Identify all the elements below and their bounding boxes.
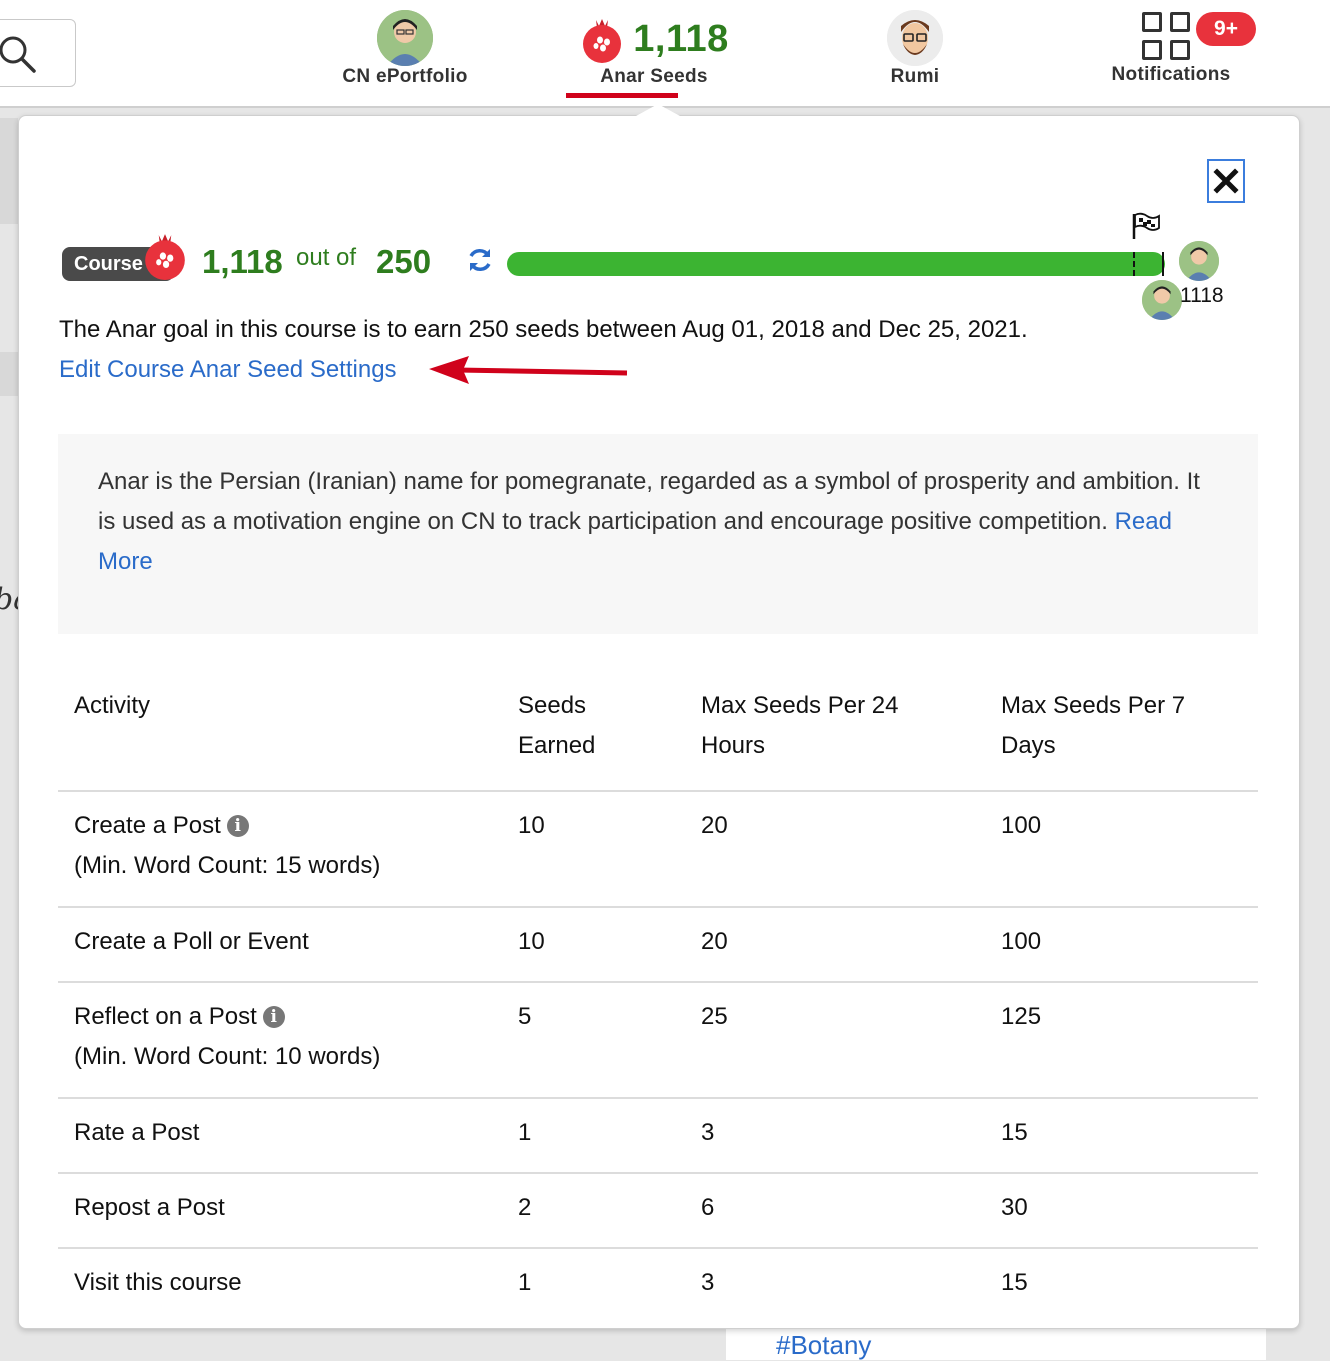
top-user-avatar xyxy=(1179,241,1219,281)
nav-notifications[interactable]: 9+ Notifications xyxy=(1096,12,1256,86)
seeds-earned-cell: 5 xyxy=(502,981,685,1098)
max-7d-cell: 15 xyxy=(985,1247,1258,1322)
nav-rumi[interactable]: Rumi xyxy=(870,10,960,88)
table-row: Rate a Post 1 3 15 xyxy=(58,1097,1258,1173)
activity-note: (Min. Word Count: 10 words) xyxy=(74,1043,381,1070)
pomegranate-icon xyxy=(583,19,622,63)
activity-name: Repost a Post xyxy=(58,1172,502,1248)
goal-seed-count: 250 xyxy=(376,243,432,280)
max-24h-cell: 25 xyxy=(685,981,985,1098)
anar-seed-count: 1,118 xyxy=(633,17,729,60)
table-header-row: Activity Seeds Earned Max Seeds Per 24 H… xyxy=(58,668,1258,791)
max-7d-cell: 30 xyxy=(985,1172,1258,1248)
header-max-7d: Max Seeds Per 7 Days xyxy=(1001,692,1186,759)
earned-seed-count: 1,118 xyxy=(202,243,283,280)
close-button[interactable] xyxy=(1207,159,1245,203)
nav-notifications-label: Notifications xyxy=(1111,64,1231,85)
max-24h-cell: 20 xyxy=(685,790,985,907)
seeds-earned-cell: 1 xyxy=(502,1097,685,1173)
table-row: Reflect on a Post i (Min. Word Count: 10 … xyxy=(58,981,1258,1098)
max-7d-cell: 100 xyxy=(985,790,1258,907)
rumi-avatar xyxy=(887,10,943,66)
goal-marker xyxy=(1133,252,1135,276)
max-24h-cell: 3 xyxy=(685,1097,985,1173)
close-icon xyxy=(1213,168,1239,194)
nav-eportfolio-label: CN ePortfolio xyxy=(342,66,468,87)
notifications-badge: 9+ xyxy=(1196,12,1256,46)
annotation-arrow-icon xyxy=(429,356,628,384)
max-24h-cell: 6 xyxy=(685,1172,985,1248)
nav-eportfolio[interactable]: CN ePortfolio xyxy=(330,10,480,88)
user-avatar xyxy=(377,10,433,66)
my-progress-avatar xyxy=(1142,280,1182,320)
header-max-24h: Max Seeds Per 24 Hours xyxy=(701,692,899,759)
edit-settings-link[interactable]: Edit Course Anar Seed Settings xyxy=(59,356,397,384)
activity-note: (Min. Word Count: 15 words) xyxy=(74,852,381,879)
info-icon[interactable]: i xyxy=(262,1006,285,1028)
info-icon[interactable]: i xyxy=(226,815,249,837)
seed-activity-table: Activity Seeds Earned Max Seeds Per 24 H… xyxy=(58,668,1258,1322)
seeds-earned-cell: 2 xyxy=(502,1172,685,1248)
seeds-earned-cell: 10 xyxy=(502,790,685,907)
activity-name: Create a Poll or Event xyxy=(58,906,502,982)
background-panel xyxy=(0,352,18,396)
search-button[interactable] xyxy=(0,19,76,87)
top-nav-bar: CN ePortfolio 1,118 Anar Seeds Rumi 9+ N… xyxy=(0,0,1330,108)
table-row: Create a Poll or Event 10 20 100 xyxy=(58,906,1258,982)
max-24h-cell: 3 xyxy=(685,1247,985,1322)
goal-description: The Anar goal in this course is to earn … xyxy=(59,316,1028,343)
nav-anar-label: Anar Seeds xyxy=(600,66,708,87)
pomegranate-icon xyxy=(145,234,185,281)
activity-name: Reflect on a Post xyxy=(74,1003,257,1030)
seeds-earned-cell: 1 xyxy=(502,1247,685,1322)
header-activity: Activity xyxy=(74,692,151,719)
seeds-earned-cell: 10 xyxy=(502,906,685,982)
header-seeds-earned: Seeds Earned xyxy=(518,692,596,759)
out-of-label: out of xyxy=(296,244,357,271)
active-tab-underline xyxy=(566,93,678,98)
activity-cell: Reflect on a Post i (Min. Word Count: 10 … xyxy=(58,981,502,1098)
max-24h-cell: 20 xyxy=(685,906,985,982)
my-seed-count: 1118 xyxy=(1180,284,1224,307)
notifications-grid-icon xyxy=(1142,12,1190,60)
refresh-icon[interactable] xyxy=(466,246,494,274)
background-panel xyxy=(0,118,18,224)
anar-info-box: Anar is the Persian (Iranian) name for p… xyxy=(58,434,1258,634)
finish-flag-icon xyxy=(1132,212,1160,239)
progress-end-marker xyxy=(1162,252,1164,276)
activity-cell: Create a Post i (Min. Word Count: 15 word… xyxy=(58,790,502,907)
seed-progress-bar xyxy=(507,252,1165,276)
seed-progress-fill xyxy=(507,252,1165,276)
activity-name: Visit this course xyxy=(58,1247,502,1322)
activity-name: Rate a Post xyxy=(58,1097,502,1173)
max-7d-cell: 15 xyxy=(985,1097,1258,1173)
nav-rumi-label: Rumi xyxy=(890,66,940,87)
table-row: Repost a Post 2 6 30 xyxy=(58,1172,1258,1248)
max-7d-cell: 125 xyxy=(985,981,1258,1098)
activity-name: Create a Post xyxy=(74,812,221,839)
info-text: Anar is the Persian (Iranian) name for p… xyxy=(98,468,1200,535)
nav-anar-seeds[interactable]: 1,118 Anar Seeds xyxy=(566,10,742,88)
popover-caret xyxy=(636,104,680,116)
search-icon xyxy=(0,36,36,73)
table-row: Create a Post i (Min. Word Count: 15 word… xyxy=(58,790,1258,907)
anar-seeds-popover: Course 1,118 out of 250 1118 The Anar go… xyxy=(18,115,1300,1329)
background-right-gutter xyxy=(1298,110,1330,1350)
table-row: Visit this course 1 3 15 xyxy=(58,1247,1258,1322)
background-hashtag[interactable]: #Botany xyxy=(776,1330,871,1361)
max-7d-cell: 100 xyxy=(985,906,1258,982)
